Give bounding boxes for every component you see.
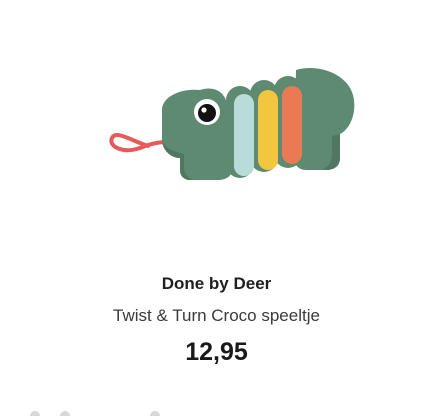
product-brand[interactable]: Done by Deer (0, 274, 433, 294)
croco-toy-image (109, 68, 355, 180)
product-image[interactable] (100, 50, 380, 210)
product-card[interactable]: Done by Deer Twist & Turn Croco speeltje… (0, 0, 433, 416)
next-row-preview (0, 406, 433, 416)
preview-dot (30, 411, 40, 416)
product-name[interactable]: Twist & Turn Croco speeltje (0, 306, 433, 326)
preview-dot (150, 411, 160, 416)
product-price: 12,95 (185, 338, 248, 366)
preview-dot (60, 411, 70, 416)
